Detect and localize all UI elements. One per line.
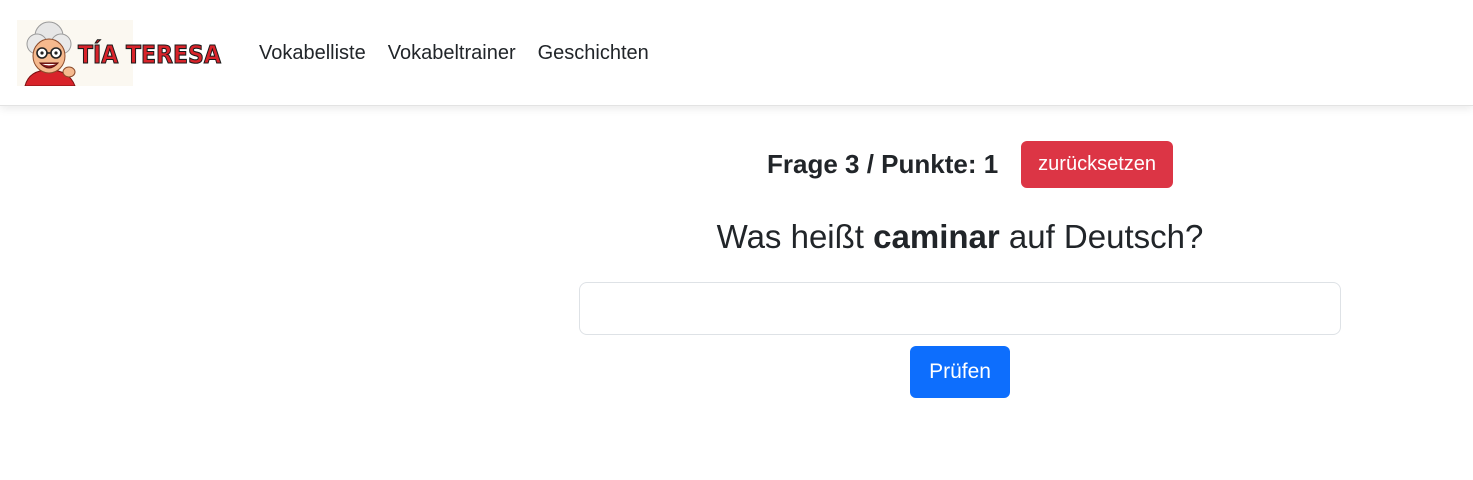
nav-link-vokabeltrainer[interactable]: Vokabeltrainer xyxy=(377,42,527,65)
navbar: TÍA TERESA Vokabelliste Vokabeltrainer G… xyxy=(0,0,1473,106)
nav-link-vokabelliste[interactable]: Vokabelliste xyxy=(248,42,377,65)
nav-link-geschichten[interactable]: Geschichten xyxy=(527,42,660,65)
question-word: caminar xyxy=(873,218,1000,255)
check-button[interactable]: Prüfen xyxy=(910,346,1010,398)
question-prefix: Was heißt xyxy=(716,218,874,255)
logo-text: TÍA TERESA xyxy=(78,40,222,69)
question-suffix: auf Deutsch? xyxy=(999,218,1204,255)
answer-input[interactable] xyxy=(579,282,1341,335)
reset-button[interactable]: zurücksetzen xyxy=(1021,141,1174,188)
question-text: Was heißt caminar auf Deutsch? xyxy=(579,218,1341,256)
score-status: Frage 3 / Punkte: 1 xyxy=(766,149,999,179)
brand-logo[interactable]: TÍA TERESA xyxy=(17,20,225,87)
grandma-logo-icon: TÍA TERESA xyxy=(17,20,222,87)
nav-links: Vokabelliste Vokabeltrainer Geschichten xyxy=(248,0,660,106)
status-row: Frage 3 / Punkte: 1 zurücksetzen xyxy=(579,141,1341,188)
